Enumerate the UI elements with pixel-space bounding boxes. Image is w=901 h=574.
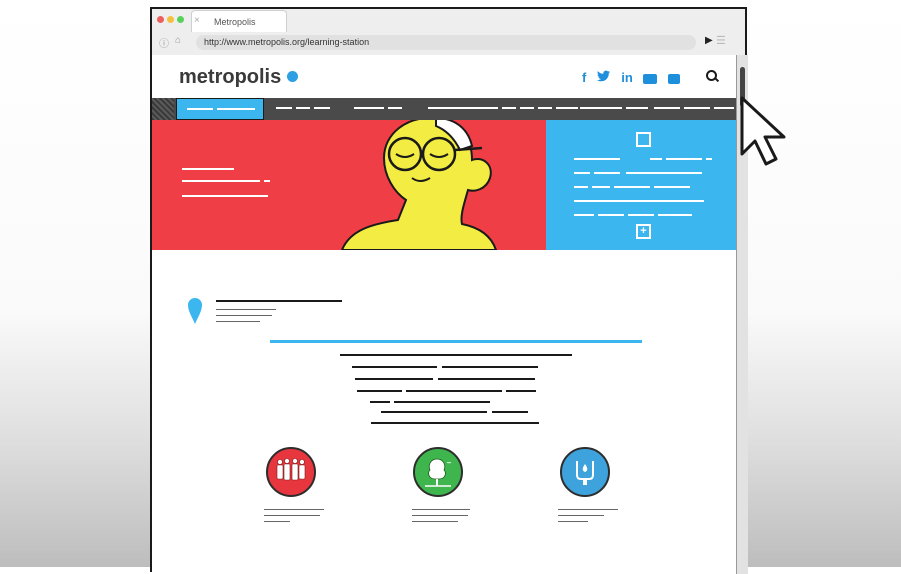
search-icon[interactable] (706, 70, 717, 81)
browser-chrome: × Metropolis ⓘ ⌂ http://www.metropolis.o… (152, 9, 745, 57)
facebook-icon[interactable]: f (582, 70, 586, 85)
nav-item-active[interactable] (176, 98, 264, 120)
maximize-window-dot[interactable] (177, 16, 184, 23)
site-header: metropolis f in (152, 55, 736, 98)
address-bar[interactable]: http://www.metropolis.org/learning-stati… (196, 35, 696, 50)
nav-hatch (152, 98, 174, 120)
youtube-icon[interactable] (643, 70, 658, 85)
nav-item-2[interactable] (272, 98, 332, 120)
hero-character-illustration (340, 120, 498, 250)
hero-side-panel: + (546, 120, 736, 250)
nav-item-5[interactable] (502, 98, 578, 120)
social-links: f in (582, 69, 686, 87)
flickr-icon[interactable] (667, 70, 680, 85)
water-tap-icon (576, 461, 594, 485)
section-divider (270, 340, 642, 343)
feature-people-circle[interactable] (266, 447, 316, 497)
play-arrow-icon[interactable]: ▶ (705, 35, 713, 46)
home-icon[interactable]: ⌂ (175, 35, 181, 46)
nav-item-6[interactable] (578, 98, 650, 120)
main-navigation (152, 98, 736, 120)
mouse-cursor-icon (740, 96, 786, 166)
linkedin-icon[interactable]: in (621, 70, 633, 85)
plus-icon[interactable]: + (636, 224, 651, 239)
tree-icon (425, 458, 452, 487)
browser-window: × Metropolis ⓘ ⌂ http://www.metropolis.o… (150, 7, 748, 574)
location-pin-icon (188, 298, 202, 324)
nav-item-4[interactable] (426, 98, 500, 120)
close-window-dot[interactable] (157, 16, 164, 23)
feature-water-circle[interactable] (560, 447, 610, 497)
people-group-icon (276, 458, 306, 481)
tab-close-icon[interactable]: × (194, 15, 200, 26)
twitter-icon[interactable] (596, 70, 611, 85)
nav-item-3[interactable] (344, 98, 410, 120)
logo-dot-icon (287, 71, 299, 82)
nav-item-7[interactable] (654, 98, 734, 120)
hero-banner (152, 120, 546, 250)
info-icon: ⓘ (159, 39, 169, 50)
site-logo[interactable]: metropolis (179, 66, 299, 89)
feature-nature-circle[interactable] (413, 447, 463, 497)
tab-title: Metropolis (214, 17, 256, 27)
minimize-window-dot[interactable] (167, 16, 174, 23)
browser-tab[interactable]: × Metropolis (191, 10, 287, 32)
checkbox-icon[interactable] (636, 132, 651, 147)
menu-icon[interactable]: ☰ (716, 34, 726, 47)
